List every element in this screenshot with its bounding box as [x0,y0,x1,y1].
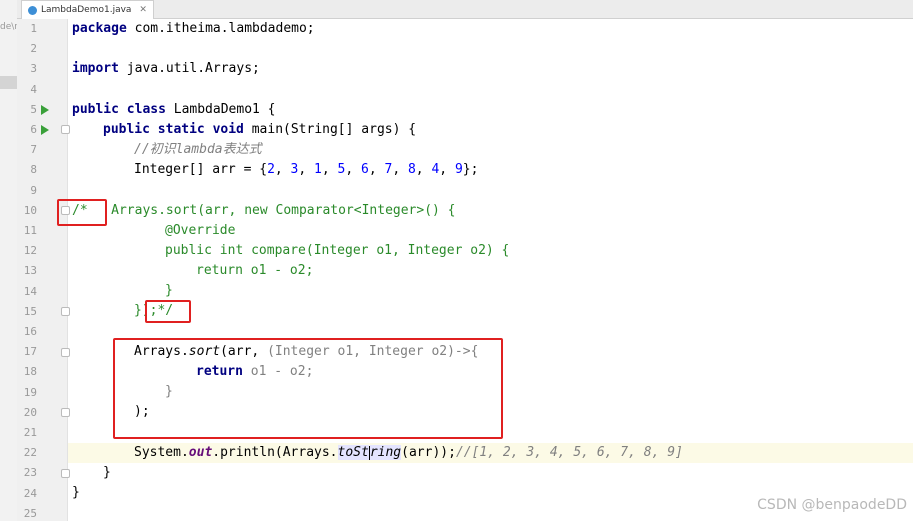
editor-tab-title: LambdaDemo1.java [41,5,132,15]
code-line-5: public class LambdaDemo1 { [72,102,276,117]
array-literal-value: 6 [361,162,369,177]
line-number: 24 [23,486,37,500]
project-panel-selection [0,76,17,89]
watermark: CSDN @benpaodeDD [757,497,907,513]
array-literal-value: 8 [407,162,416,177]
array-literal-value: 9 [454,162,463,177]
line-number: 9 [30,183,37,197]
code-editor[interactable]: package com.itheima.lambdademo; import j… [68,19,913,521]
line-number: 20 [23,405,37,419]
code-line-22: System.out.println(Arrays.toString(arr))… [134,445,683,460]
line-number: 19 [23,385,37,399]
run-class-icon[interactable] [41,105,49,115]
java-class-icon [28,5,37,15]
array-literal-value: 5 [337,162,346,177]
array-literal-value: 1 [314,162,322,177]
close-tab-icon[interactable]: ✕ [139,5,147,15]
line-number: 22 [23,446,37,460]
array-literal-value: 2 [267,162,275,177]
highlight-box-lambda [113,338,503,439]
code-line-24: } [72,485,80,500]
line-number: 5 [30,102,37,116]
line-number: 6 [30,123,37,136]
array-literal-value: 4 [431,162,440,177]
editor-tab[interactable]: LambdaDemo1.java ✕ [21,0,154,19]
code-line-23: } [103,465,111,480]
array-literal-value: 3 [290,162,299,177]
line-number: 13 [23,264,37,278]
highlight-box-comment-end [145,300,191,323]
line-number: 17 [23,345,37,359]
code-line-1: package com.itheima.lambdademo; [72,21,315,36]
line-number: 23 [23,466,37,480]
line-number: 21 [23,426,37,439]
line-number: 2 [30,42,37,56]
code-line-12: public int compare(Integer o1, Integer o… [165,243,510,258]
line-number: 7 [30,143,37,157]
code-line-10: /* Arrays.sort(arr, new Comparator<Integ… [72,203,456,218]
line-number: 11 [23,224,37,237]
line-number: 15 [23,304,37,318]
run-main-icon[interactable] [41,125,49,135]
code-line-3: import java.util.Arrays; [72,61,260,76]
code-line-8: Integer[] arr = {2, 3, 1, 5, 6, 7, 8, 4,… [134,162,479,177]
line-number: 8 [30,163,37,177]
code-line-14: } [165,283,173,298]
line-number: 14 [23,284,37,298]
line-number: 18 [23,365,37,379]
editor-tab-bar: LambdaDemo1.java ✕ [17,0,913,19]
project-panel-edge: de\n [0,0,20,521]
code-line-6: public static void main(String[] args) { [103,122,417,137]
code-line-7: //初识lambda表达式 [134,142,262,157]
line-number: 3 [30,62,37,76]
code-line-13: return o1 - o2; [196,263,314,278]
line-number: 10 [23,203,37,217]
code-line-11: @Override [165,223,236,238]
line-number: 16 [23,325,37,338]
line-number: 4 [30,82,37,96]
line-number: 1 [30,22,37,35]
array-literal-value: 7 [384,162,393,177]
line-number: 12 [23,244,37,258]
highlight-box-comment-start [57,199,107,226]
